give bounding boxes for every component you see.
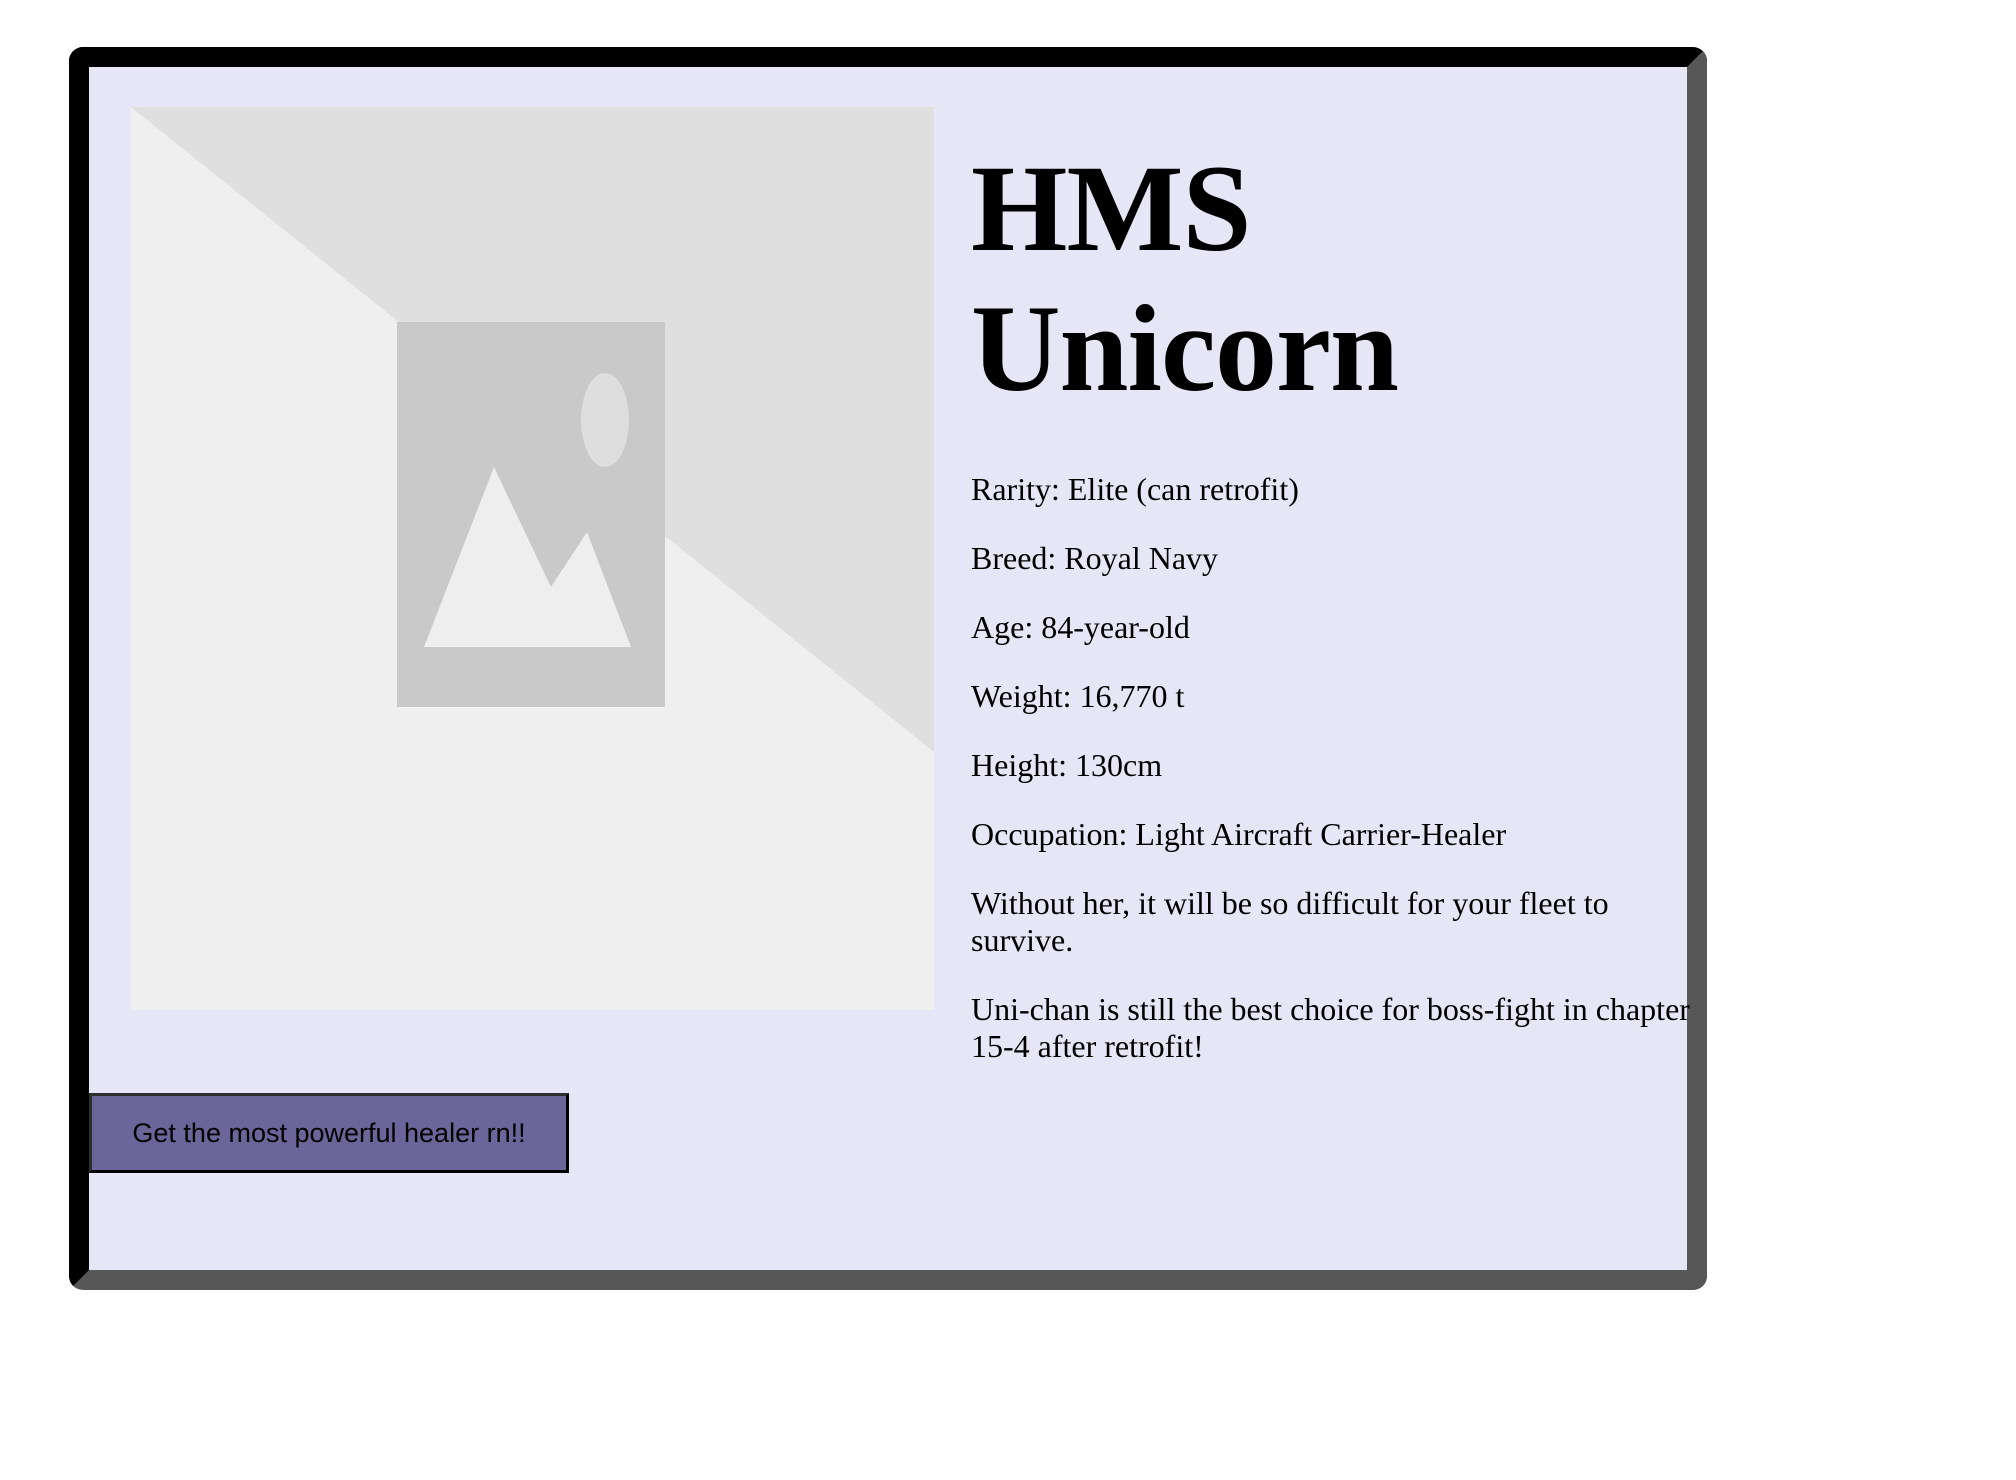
weight-field: Weight: 16,770 t: [971, 678, 1185, 714]
rarity-field: Rarity: Elite (can retrofit): [971, 471, 1299, 507]
field-list: Rarity: Elite (can retrofit) Breed: Roya…: [971, 471, 1691, 853]
breed-field: Breed: Royal Navy: [971, 540, 1219, 576]
title-line-1: HMS: [971, 140, 1251, 277]
occupation-field: Occupation: Light Aircraft Carrier-Heale…: [971, 816, 1507, 852]
image-placeholder-icon: [131, 107, 934, 1010]
get-healer-button[interactable]: Get the most powerful healer rn!!: [89, 1093, 569, 1173]
profile-card: HMS Unicorn Rarity: Elite (can retrofit)…: [69, 47, 1707, 1290]
height-field: Height: 130cm: [971, 747, 1163, 783]
description-paragraph-1: Without her, it will be so difficult for…: [971, 885, 1609, 958]
age-field: Age: 84-year-old: [971, 609, 1190, 645]
title-line-2: Unicorn: [971, 280, 1399, 417]
info-panel: HMS Unicorn Rarity: Elite (can retrofit)…: [971, 139, 1691, 1065]
description-paragraph-2: Uni-chan is still the best choice for bo…: [971, 991, 1690, 1064]
page-title: HMS Unicorn: [971, 139, 1691, 419]
